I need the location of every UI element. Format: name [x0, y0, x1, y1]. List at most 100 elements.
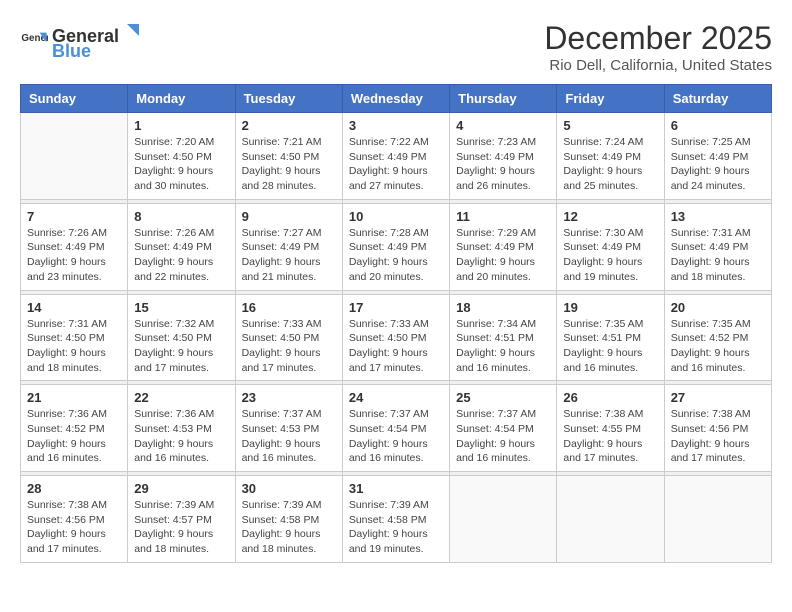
day-info: Sunrise: 7:33 AMSunset: 4:50 PMDaylight:…: [349, 317, 443, 376]
header-friday: Friday: [557, 85, 664, 113]
header-saturday: Saturday: [664, 85, 771, 113]
calendar-cell: 26 Sunrise: 7:38 AMSunset: 4:55 PMDayligh…: [557, 385, 664, 472]
day-number: 4: [456, 118, 550, 133]
day-number: 31: [349, 481, 443, 496]
day-info: Sunrise: 7:38 AMSunset: 4:55 PMDaylight:…: [563, 407, 657, 466]
day-info: Sunrise: 7:36 AMSunset: 4:53 PMDaylight:…: [134, 407, 228, 466]
day-number: 28: [27, 481, 121, 496]
day-number: 30: [242, 481, 336, 496]
day-info: Sunrise: 7:39 AMSunset: 4:58 PMDaylight:…: [242, 498, 336, 557]
calendar-cell: 7 Sunrise: 7:26 AMSunset: 4:49 PMDaylight…: [21, 203, 128, 290]
day-info: Sunrise: 7:22 AMSunset: 4:49 PMDaylight:…: [349, 135, 443, 194]
calendar-cell: 14Sunrise: 7:31 AMSunset: 4:50 PMDayligh…: [21, 294, 128, 381]
day-number: 20: [671, 300, 765, 315]
calendar-cell: 27Sunrise: 7:38 AMSunset: 4:56 PMDayligh…: [664, 385, 771, 472]
calendar-cell: 13Sunrise: 7:31 AMSunset: 4:49 PMDayligh…: [664, 203, 771, 290]
day-info: Sunrise: 7:29 AMSunset: 4:49 PMDaylight:…: [456, 226, 550, 285]
calendar-cell: 20 Sunrise: 7:35 AMSunset: 4:52 PMDayligh…: [664, 294, 771, 381]
logo: General General Blue: [20, 20, 141, 62]
day-number: 27: [671, 390, 765, 405]
header-sunday: Sunday: [21, 85, 128, 113]
calendar-cell: 12 Sunrise: 7:30 AMSunset: 4:49 PMDayligh…: [557, 203, 664, 290]
day-info: Sunrise: 7:34 AMSunset: 4:51 PMDaylight:…: [456, 317, 550, 376]
day-number: 11: [456, 209, 550, 224]
calendar-header-row: SundayMondayTuesdayWednesdayThursdayFrid…: [21, 85, 772, 113]
calendar-cell: 8 Sunrise: 7:26 AMSunset: 4:49 PMDaylight…: [128, 203, 235, 290]
day-number: 1: [134, 118, 228, 133]
day-number: 25: [456, 390, 550, 405]
day-number: 29: [134, 481, 228, 496]
day-number: 12: [563, 209, 657, 224]
day-number: 18: [456, 300, 550, 315]
calendar-cell: 23 Sunrise: 7:37 AMSunset: 4:53 PMDayligh…: [235, 385, 342, 472]
day-info: Sunrise: 7:39 AMSunset: 4:58 PMDaylight:…: [349, 498, 443, 557]
day-number: 17: [349, 300, 443, 315]
logo-text: General Blue: [52, 20, 141, 62]
day-number: 6: [671, 118, 765, 133]
day-info: Sunrise: 7:33 AMSunset: 4:50 PMDaylight:…: [242, 317, 336, 376]
day-info: Sunrise: 7:30 AMSunset: 4:49 PMDaylight:…: [563, 226, 657, 285]
page-header: General General Blue December 2025 Rio D…: [20, 20, 772, 74]
day-number: 14: [27, 300, 121, 315]
day-info: Sunrise: 7:26 AMSunset: 4:49 PMDaylight:…: [134, 226, 228, 285]
day-number: 22: [134, 390, 228, 405]
calendar-cell: 5 Sunrise: 7:24 AMSunset: 4:49 PMDaylight…: [557, 113, 664, 200]
day-number: 16: [242, 300, 336, 315]
calendar-cell: 16 Sunrise: 7:33 AMSunset: 4:50 PMDayligh…: [235, 294, 342, 381]
calendar-cell: 24 Sunrise: 7:37 AMSunset: 4:54 PMDayligh…: [342, 385, 449, 472]
calendar-cell: [557, 476, 664, 563]
day-number: 9: [242, 209, 336, 224]
calendar-cell: 28 Sunrise: 7:38 AMSunset: 4:56 PMDayligh…: [21, 476, 128, 563]
day-number: 3: [349, 118, 443, 133]
day-info: Sunrise: 7:37 AMSunset: 4:54 PMDaylight:…: [349, 407, 443, 466]
calendar-week-5: 28 Sunrise: 7:38 AMSunset: 4:56 PMDayligh…: [21, 476, 772, 563]
day-info: Sunrise: 7:27 AMSunset: 4:49 PMDaylight:…: [242, 226, 336, 285]
calendar-cell: 4Sunrise: 7:23 AMSunset: 4:49 PMDaylight…: [450, 113, 557, 200]
day-info: Sunrise: 7:24 AMSunset: 4:49 PMDaylight:…: [563, 135, 657, 194]
day-number: 10: [349, 209, 443, 224]
header-tuesday: Tuesday: [235, 85, 342, 113]
day-number: 26: [563, 390, 657, 405]
calendar-week-4: 21 Sunrise: 7:36 AMSunset: 4:52 PMDayligh…: [21, 385, 772, 472]
calendar-cell: 18 Sunrise: 7:34 AMSunset: 4:51 PMDayligh…: [450, 294, 557, 381]
calendar-cell: 11 Sunrise: 7:29 AMSunset: 4:49 PMDayligh…: [450, 203, 557, 290]
day-info: Sunrise: 7:37 AMSunset: 4:53 PMDaylight:…: [242, 407, 336, 466]
calendar-cell: 9 Sunrise: 7:27 AMSunset: 4:49 PMDaylight…: [235, 203, 342, 290]
day-info: Sunrise: 7:36 AMSunset: 4:52 PMDaylight:…: [27, 407, 121, 466]
calendar-cell: [450, 476, 557, 563]
day-number: 21: [27, 390, 121, 405]
day-info: Sunrise: 7:37 AMSunset: 4:54 PMDaylight:…: [456, 407, 550, 466]
calendar-cell: 31 Sunrise: 7:39 AMSunset: 4:58 PMDayligh…: [342, 476, 449, 563]
day-info: Sunrise: 7:38 AMSunset: 4:56 PMDaylight:…: [27, 498, 121, 557]
day-number: 8: [134, 209, 228, 224]
day-info: Sunrise: 7:28 AMSunset: 4:49 PMDaylight:…: [349, 226, 443, 285]
day-number: 5: [563, 118, 657, 133]
day-number: 2: [242, 118, 336, 133]
calendar-table: SundayMondayTuesdayWednesdayThursdayFrid…: [20, 84, 772, 563]
day-info: Sunrise: 7:21 AMSunset: 4:50 PMDaylight:…: [242, 135, 336, 194]
calendar-cell: 3 Sunrise: 7:22 AMSunset: 4:49 PMDaylight…: [342, 113, 449, 200]
day-info: Sunrise: 7:26 AMSunset: 4:49 PMDaylight:…: [27, 226, 121, 285]
calendar-week-3: 14Sunrise: 7:31 AMSunset: 4:50 PMDayligh…: [21, 294, 772, 381]
header-wednesday: Wednesday: [342, 85, 449, 113]
calendar-cell: 1Sunrise: 7:20 AMSunset: 4:50 PMDaylight…: [128, 113, 235, 200]
calendar-cell: 30 Sunrise: 7:39 AMSunset: 4:58 PMDayligh…: [235, 476, 342, 563]
calendar-cell: 6Sunrise: 7:25 AMSunset: 4:49 PMDaylight…: [664, 113, 771, 200]
day-info: Sunrise: 7:31 AMSunset: 4:49 PMDaylight:…: [671, 226, 765, 285]
title-block: December 2025 Rio Dell, California, Unit…: [544, 20, 772, 74]
day-number: 23: [242, 390, 336, 405]
main-title: December 2025: [544, 20, 772, 57]
calendar-cell: 25 Sunrise: 7:37 AMSunset: 4:54 PMDayligh…: [450, 385, 557, 472]
day-number: 7: [27, 209, 121, 224]
day-number: 24: [349, 390, 443, 405]
header-monday: Monday: [128, 85, 235, 113]
calendar-cell: 15Sunrise: 7:32 AMSunset: 4:50 PMDayligh…: [128, 294, 235, 381]
day-info: Sunrise: 7:35 AMSunset: 4:52 PMDaylight:…: [671, 317, 765, 376]
day-info: Sunrise: 7:35 AMSunset: 4:51 PMDaylight:…: [563, 317, 657, 376]
calendar-cell: [664, 476, 771, 563]
calendar-cell: 17 Sunrise: 7:33 AMSunset: 4:50 PMDayligh…: [342, 294, 449, 381]
calendar-cell: 21 Sunrise: 7:36 AMSunset: 4:52 PMDayligh…: [21, 385, 128, 472]
calendar-cell: [21, 113, 128, 200]
calendar-week-2: 7 Sunrise: 7:26 AMSunset: 4:49 PMDaylight…: [21, 203, 772, 290]
day-number: 19: [563, 300, 657, 315]
